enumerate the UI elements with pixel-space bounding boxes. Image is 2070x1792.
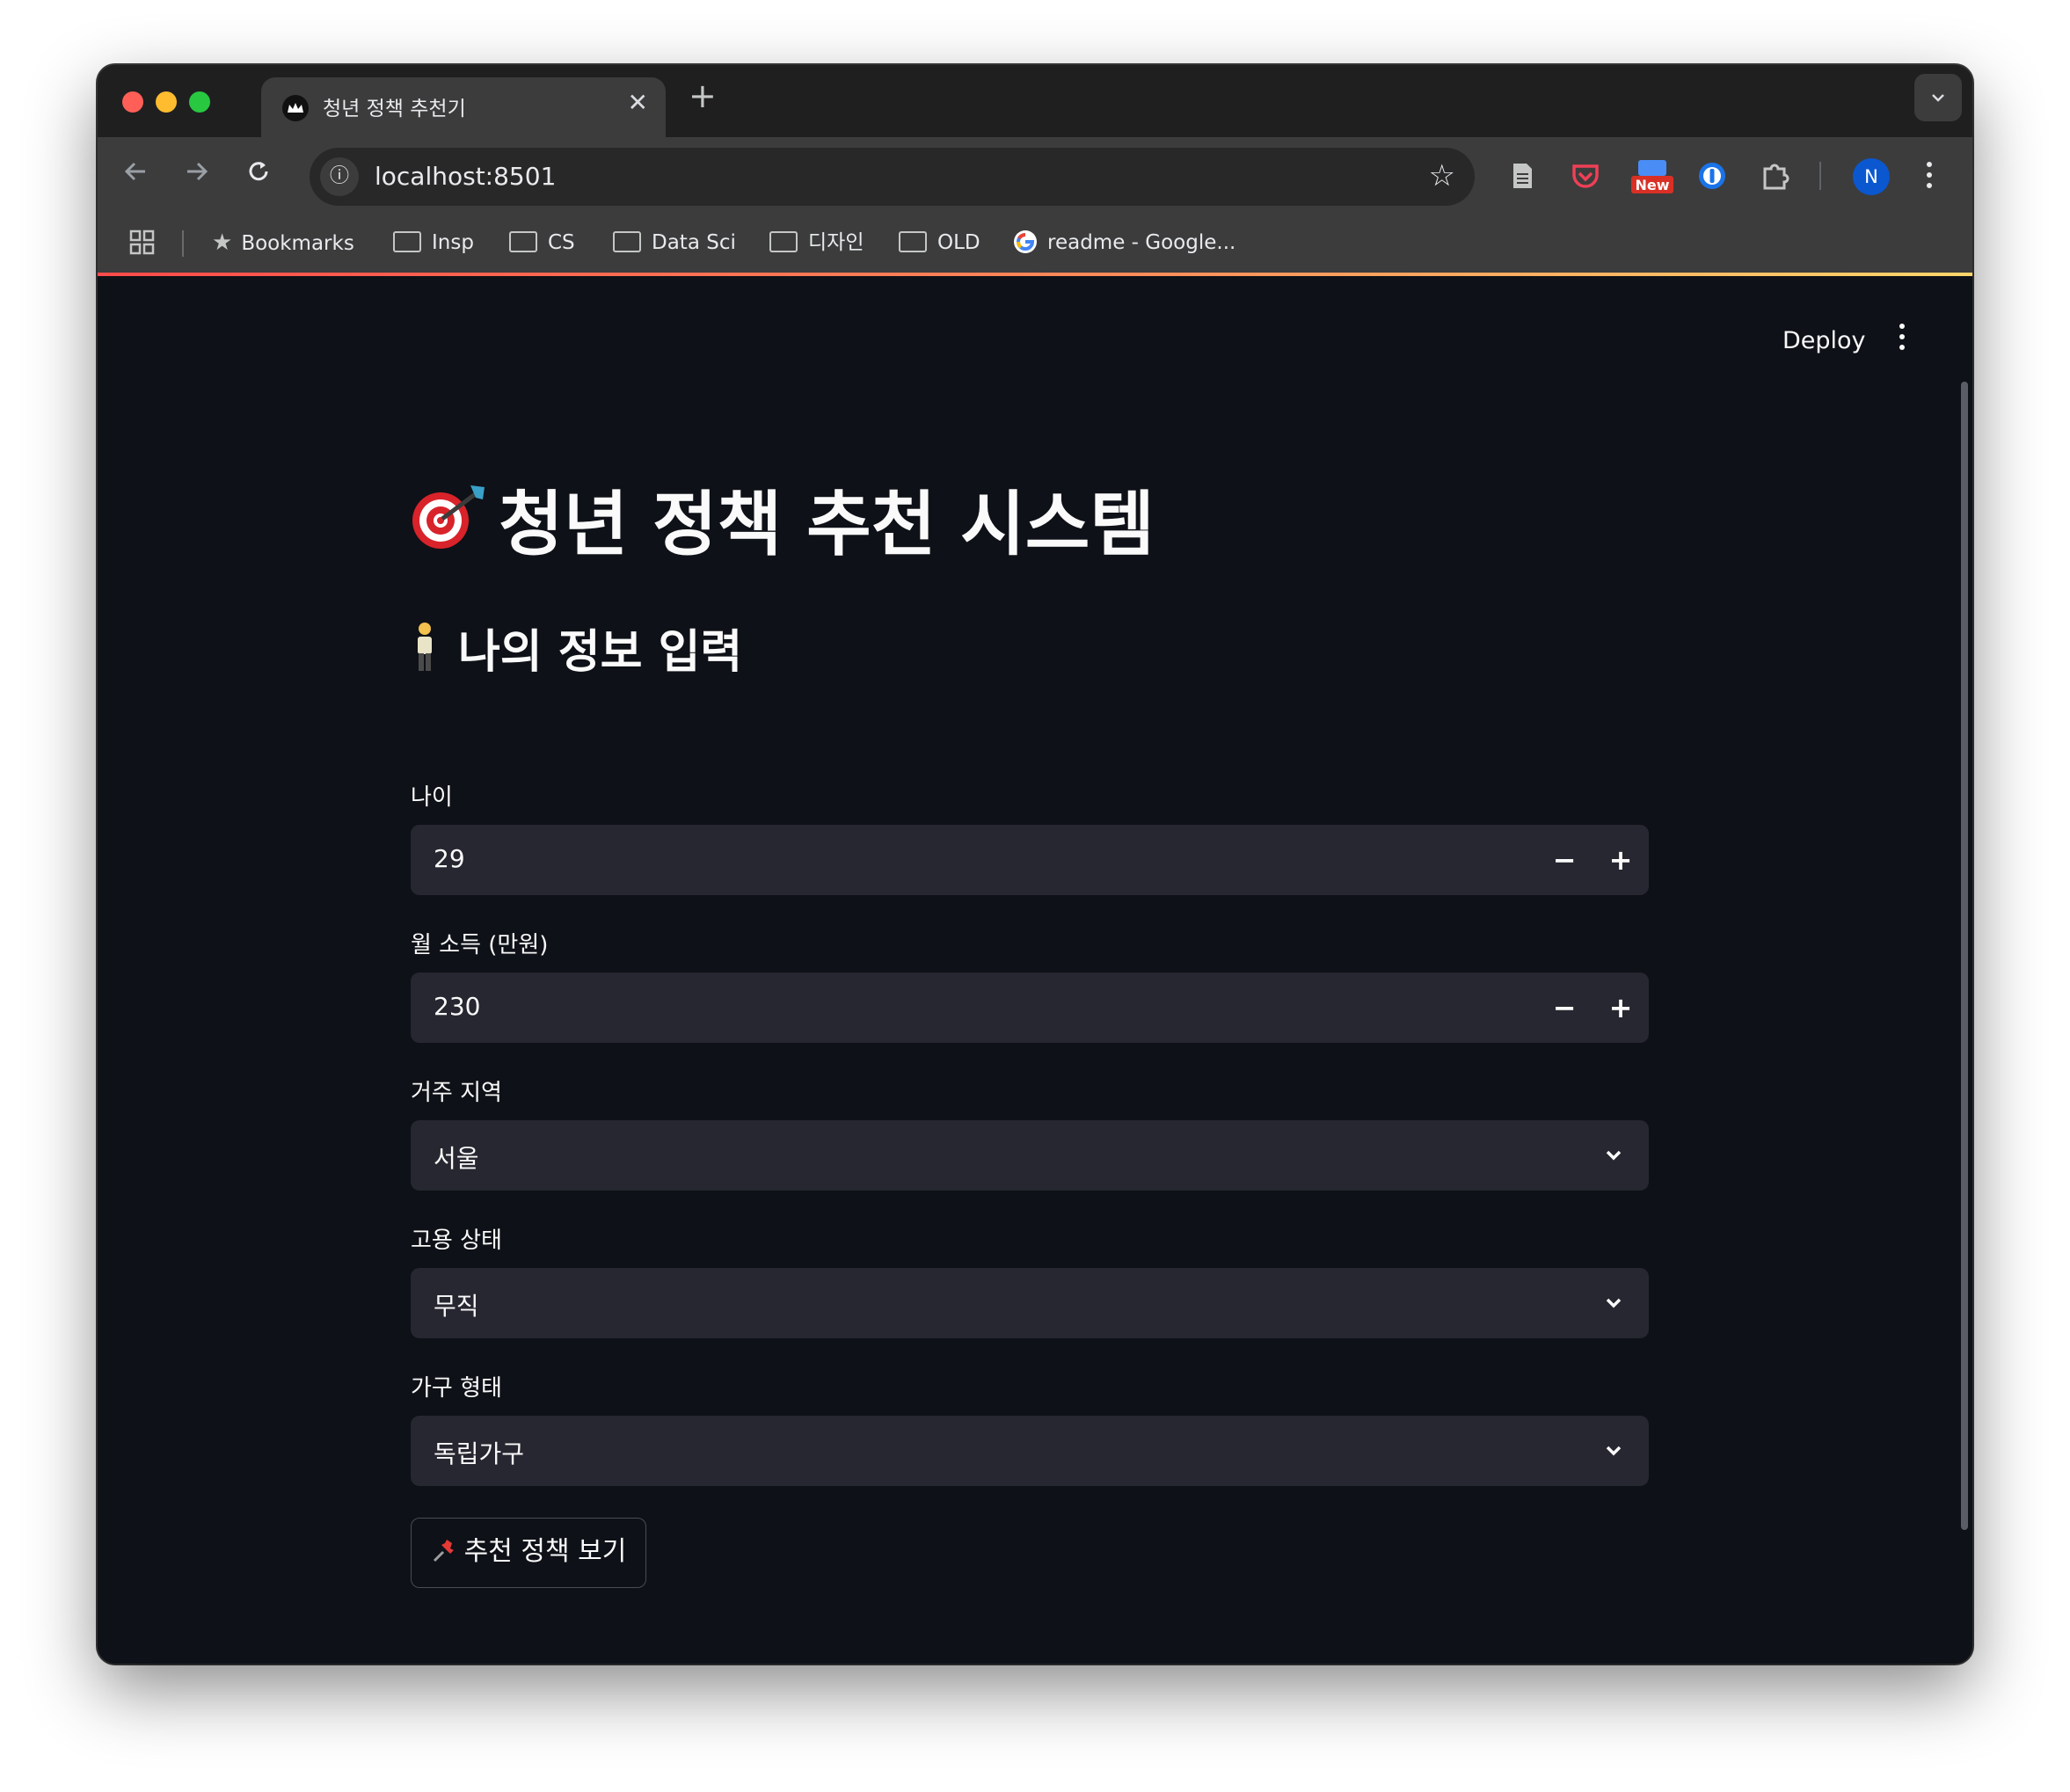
tab-title: 청년 정책 추천기 <box>323 98 466 120</box>
page-title: 청년 정책 추천 시스템 <box>407 468 1155 570</box>
section-heading: 나의 정보 입력 <box>407 615 742 681</box>
section-heading-text: 나의 정보 입력 <box>458 626 743 679</box>
age-decrement-button[interactable]: − <box>1543 839 1585 881</box>
bookmark-label: 디자인 <box>808 231 864 254</box>
bookmarks-bar: ★ Bookmarks Insp CS Data Sci 디자인 OLD read… <box>98 216 1972 273</box>
bookmarks-divider <box>182 230 184 257</box>
site-info-icon[interactable]: ⓘ <box>320 157 359 196</box>
new-tab-button[interactable]: + <box>689 79 717 113</box>
chevron-down-icon[interactable] <box>1601 1439 1626 1463</box>
bookmark-item-cs[interactable]: CS <box>509 227 575 259</box>
employment-select[interactable]: 무직 <box>411 1268 1649 1338</box>
household-value: 독립가구 <box>434 1439 525 1468</box>
browser-menu-icon[interactable] <box>1927 162 1934 188</box>
deploy-button[interactable]: Deploy <box>1782 327 1866 354</box>
toolbar-divider <box>1819 162 1821 190</box>
new-badge-extension-icon[interactable]: New <box>1629 157 1675 195</box>
crown-favicon-icon <box>282 95 309 121</box>
app-main: Deploy 청년 정책 추천 시스템 나의 정보 입력 나이 29 − + 월… <box>98 276 1972 1664</box>
region-value: 서울 <box>434 1144 479 1173</box>
close-window-button[interactable] <box>122 91 143 113</box>
age-label: 나이 <box>411 784 453 811</box>
age-increment-button[interactable]: + <box>1600 839 1642 881</box>
bookmark-item-data-sci[interactable]: Data Sci <box>613 227 736 259</box>
bookmark-label: OLD <box>937 231 980 254</box>
income-value[interactable]: 230 <box>434 992 480 1021</box>
age-number-input[interactable]: 29 − + <box>411 825 1649 895</box>
region-label: 거주 지역 <box>411 1080 502 1106</box>
back-arrow-icon[interactable] <box>120 157 150 192</box>
app-menu-icon[interactable] <box>1898 324 1906 355</box>
age-value[interactable]: 29 <box>434 844 465 873</box>
bookmark-label: Data Sci <box>652 231 736 254</box>
income-decrement-button[interactable]: − <box>1543 987 1585 1029</box>
bookmark-label: Insp <box>432 231 474 254</box>
income-increment-button[interactable]: + <box>1600 987 1642 1029</box>
bookmark-item-old[interactable]: OLD <box>899 227 980 259</box>
bookmark-label: Bookmarks <box>241 232 354 255</box>
show-recommendations-button[interactable]: 추천 정책 보기 <box>411 1518 646 1588</box>
employment-label: 고용 상태 <box>411 1227 502 1254</box>
puzzle-extensions-icon[interactable] <box>1756 157 1795 195</box>
forward-arrow-icon[interactable] <box>182 157 212 192</box>
minimize-window-button[interactable] <box>156 91 177 113</box>
bookmark-star-icon[interactable]: ☆ <box>1429 158 1455 193</box>
submit-label: 추천 정책 보기 <box>463 1536 627 1567</box>
employment-value: 무직 <box>434 1292 479 1321</box>
household-select[interactable]: 독립가구 <box>411 1416 1649 1486</box>
bookmark-item-design[interactable]: 디자인 <box>769 227 864 259</box>
reload-icon[interactable] <box>244 157 273 192</box>
chevron-down-icon[interactable] <box>1601 1291 1626 1315</box>
zoom-window-button[interactable] <box>189 91 210 113</box>
bookmark-label: CS <box>548 231 575 254</box>
bookmark-item-bookmarks[interactable]: ★ Bookmarks <box>212 227 354 259</box>
url-text: localhost:8501 <box>375 162 557 191</box>
folder-icon <box>899 230 927 252</box>
folder-icon <box>393 230 421 252</box>
household-label: 가구 형태 <box>411 1375 502 1402</box>
bookmark-item-readme[interactable]: readme - Google... <box>1012 227 1235 259</box>
pushpin-icon <box>433 1540 454 1563</box>
page-title-text: 청년 정책 추천 시스템 <box>499 484 1155 565</box>
address-bar[interactable]: ⓘ localhost:8501 ☆ <box>310 148 1475 206</box>
folder-icon <box>769 230 798 252</box>
profile-avatar[interactable]: N <box>1853 158 1890 195</box>
star-icon: ★ <box>212 229 233 256</box>
document-extension-icon[interactable] <box>1503 157 1542 195</box>
tab-search-button[interactable] <box>1914 74 1962 121</box>
income-number-input[interactable]: 230 − + <box>411 972 1649 1043</box>
tab-active[interactable]: 청년 정책 추천기 ✕ <box>261 77 666 137</box>
apps-grid-icon[interactable] <box>129 227 156 259</box>
tab-close-icon[interactable]: ✕ <box>628 88 648 117</box>
tab-strip: 청년 정책 추천기 ✕ + <box>98 65 1972 137</box>
chevron-down-icon <box>1932 94 1944 102</box>
income-label: 월 소득 (만원) <box>411 932 549 958</box>
browser-window: 청년 정책 추천기 ✕ + ⓘ localhost:8501 ☆ New N ★… <box>98 65 1972 1664</box>
scrollbar[interactable] <box>1961 382 1968 1530</box>
chevron-down-icon[interactable] <box>1601 1143 1626 1168</box>
region-select[interactable]: 서울 <box>411 1120 1649 1191</box>
person-standing-icon <box>418 623 432 671</box>
bookmark-label: readme - Google... <box>1047 231 1236 254</box>
password-manager-extension-icon[interactable] <box>1693 157 1731 195</box>
dart-target-icon <box>412 485 485 549</box>
extension-badge-text: New <box>1635 177 1670 193</box>
google-icon <box>1014 229 1037 253</box>
bookmark-item-insp[interactable]: Insp <box>393 227 474 259</box>
pocket-extension-icon[interactable] <box>1566 157 1605 195</box>
browser-toolbar: ⓘ localhost:8501 ☆ New N <box>98 137 1972 216</box>
folder-icon <box>509 230 537 252</box>
folder-icon <box>613 230 641 252</box>
